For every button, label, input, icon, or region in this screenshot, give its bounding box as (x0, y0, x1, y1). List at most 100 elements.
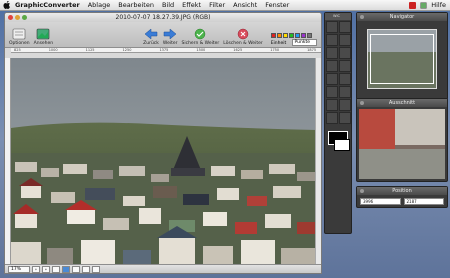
town-photo (11, 58, 317, 266)
zoom-out-button[interactable] (32, 265, 40, 273)
color-swatch[interactable] (306, 33, 312, 38)
ruler-mark: 1500 (196, 48, 206, 52)
units-label: Einheit (270, 41, 287, 46)
info-button[interactable] (92, 265, 100, 273)
position-y-field[interactable]: 2187 (403, 198, 444, 205)
apple-icon[interactable] (3, 1, 11, 9)
minimize-button[interactable] (15, 14, 20, 20)
menu-bild[interactable]: Bild (162, 1, 174, 9)
eyedropper-tool-icon[interactable] (326, 99, 338, 111)
close-icon[interactable] (360, 189, 364, 193)
pencil-tool-icon[interactable] (326, 47, 338, 59)
brush-tool-icon[interactable] (339, 47, 351, 59)
ellipse-tool-icon[interactable] (326, 86, 338, 98)
position-header[interactable]: Position (357, 187, 447, 195)
view-label: Ansehen (33, 41, 54, 46)
color-swatch[interactable] (294, 33, 300, 38)
menu-effekt[interactable]: Effekt (182, 1, 201, 9)
tools-palette-title[interactable]: WIC (325, 13, 351, 20)
options-label: Optionen (9, 41, 30, 46)
vertical-scrollbar[interactable] (315, 58, 321, 266)
script-menu-icon[interactable] (409, 1, 417, 9)
ausschnitt-palette: Ausschnitt (356, 98, 448, 182)
delete-next-button[interactable]: Löschen & Weiter (223, 28, 263, 46)
magic-wand-tool-icon[interactable] (339, 34, 351, 46)
color-swatch[interactable] (276, 33, 282, 38)
forward-label: Weiter (162, 41, 178, 46)
back-button[interactable]: Zurück (143, 28, 159, 46)
text-tool-icon[interactable] (339, 86, 351, 98)
back-label: Zurück (143, 41, 159, 46)
fill-tool-icon[interactable] (339, 60, 351, 72)
book-icon[interactable] (420, 1, 427, 9)
color-swatch[interactable] (300, 33, 306, 38)
zoom-tool-icon[interactable] (339, 99, 351, 111)
background-color[interactable] (334, 139, 350, 151)
zoom-button[interactable] (22, 14, 27, 20)
color-swatch[interactable] (270, 33, 276, 38)
window-toolbar: Optionen Ansehen Zurück Weiter Sichern &… (5, 22, 321, 48)
menu-app[interactable]: GraphicConverter (15, 1, 80, 9)
navigator-preview[interactable] (367, 29, 437, 89)
select-tool-icon[interactable] (326, 21, 338, 33)
gradient-tool-icon[interactable] (339, 112, 351, 124)
fit-button[interactable] (52, 265, 60, 273)
stamp-tool-icon[interactable] (326, 112, 338, 124)
close-button[interactable] (8, 14, 13, 20)
ausschnitt-header[interactable]: Ausschnitt (357, 99, 447, 107)
view-button[interactable]: Ansehen (33, 28, 54, 46)
status-bar: 17% (5, 264, 321, 273)
ruler-mark: 1000 (48, 48, 58, 52)
image-canvas[interactable] (11, 58, 317, 266)
actual-size-button[interactable] (72, 265, 80, 273)
navigator-header[interactable]: Navigator (357, 13, 447, 21)
ruler-mark: 1750 (270, 48, 280, 52)
grid-button[interactable] (62, 265, 70, 273)
ruler-mark: 1375 (159, 48, 169, 52)
menu-ablage[interactable]: Ablage (88, 1, 111, 9)
options-icon (13, 28, 26, 40)
position-x-field[interactable]: 3996 (360, 198, 401, 205)
window-titlebar[interactable]: 2010-07-07 18.27.39.JPG (RGB) (5, 13, 321, 22)
close-icon[interactable] (360, 101, 364, 105)
line-tool-icon[interactable] (326, 73, 338, 85)
options-button[interactable]: Optionen (9, 28, 30, 46)
menu-bearbeiten[interactable]: Bearbeiten (118, 1, 154, 9)
hand-tool-icon[interactable] (339, 21, 351, 33)
zoom-in-button[interactable] (42, 265, 50, 273)
menu-filter[interactable]: Filter (209, 1, 225, 9)
eraser-tool-icon[interactable] (326, 60, 338, 72)
tool-grid (325, 20, 351, 125)
save-next-button[interactable]: Sichern & Weiter (181, 28, 219, 46)
arrow-left-icon (144, 28, 158, 40)
rect-tool-icon[interactable] (339, 73, 351, 85)
forward-button[interactable]: Weiter (162, 28, 178, 46)
menu-fenster[interactable]: Fenster (265, 1, 289, 9)
color-swatch[interactable] (282, 33, 288, 38)
navigator-palette: Navigator (356, 12, 448, 100)
ausschnitt-title: Ausschnitt (388, 100, 416, 106)
rotate-button[interactable] (82, 265, 90, 273)
checkmark-icon (195, 28, 206, 40)
arrow-right-icon (163, 28, 177, 40)
ausschnitt-preview[interactable] (359, 109, 445, 179)
units-select[interactable]: Punkte (291, 39, 317, 46)
top-ruler: 825 1000 1125 1250 1375 1500 1625 1750 1… (11, 48, 321, 53)
ruler-mark: 1250 (122, 48, 132, 52)
tools-palette: WIC (324, 12, 352, 234)
ruler-mark: 1125 (85, 48, 95, 52)
view-icon (37, 28, 50, 40)
menu-ansicht[interactable]: Ansicht (233, 1, 257, 9)
ruler-mark: 825 (14, 48, 21, 52)
zoom-in-icon (45, 268, 47, 270)
close-icon[interactable] (360, 15, 364, 19)
position-title: Position (392, 188, 412, 194)
menu-hilfe[interactable]: Hilfe (431, 1, 446, 9)
color-swatch[interactable] (288, 33, 294, 38)
image-window: 2010-07-07 18.27.39.JPG (RGB) Optionen A… (4, 12, 322, 274)
zoom-field[interactable]: 17% (8, 265, 30, 273)
zoom-out-icon (35, 268, 37, 270)
lasso-tool-icon[interactable] (326, 34, 338, 46)
ruler-mark: 1875 (307, 48, 317, 52)
save-next-label: Sichern & Weiter (181, 41, 220, 46)
